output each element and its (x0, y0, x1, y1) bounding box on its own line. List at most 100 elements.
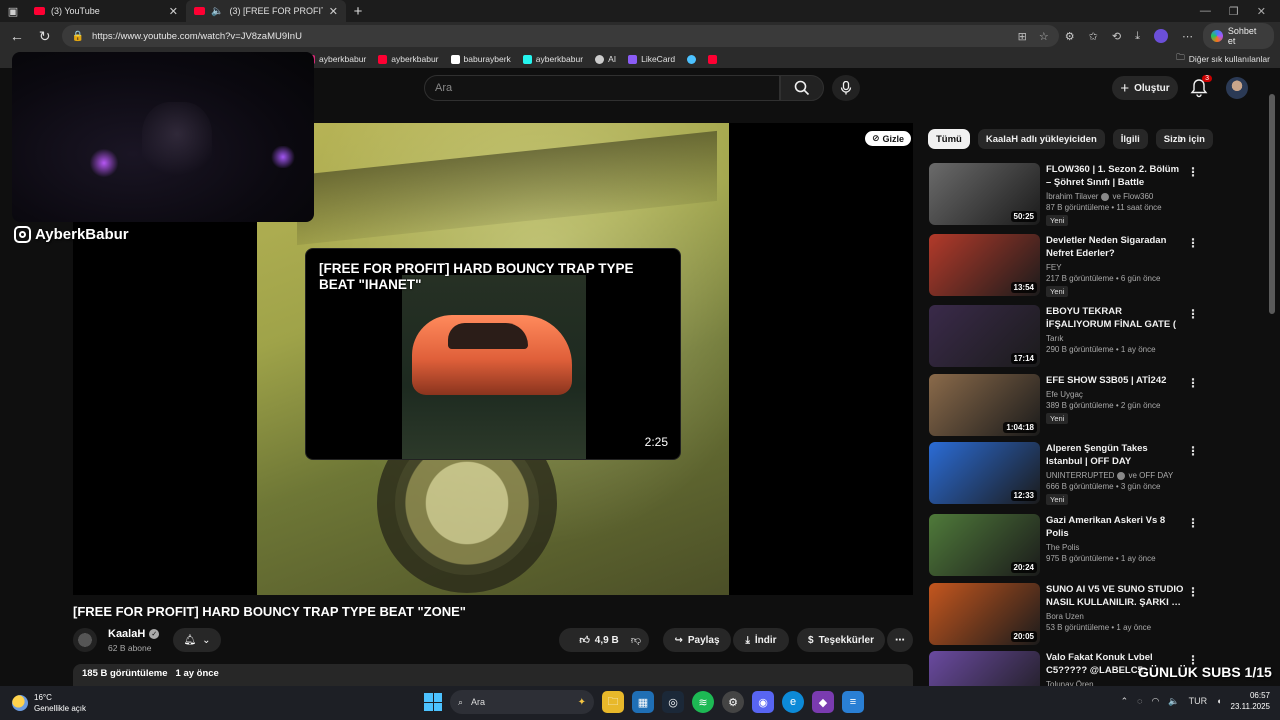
other-bookmarks[interactable]: 🗀 Diğer sık kullanılanlar (1176, 52, 1280, 66)
wifi-icon[interactable]: ◠ (1152, 696, 1160, 707)
url-field[interactable]: 🔒 https://www.youtube.com/watch?v=JV8zaM… (61, 25, 1059, 47)
more-vertical-icon[interactable]: ⋮ (1187, 236, 1199, 250)
more-vertical-icon[interactable]: ⋮ (1187, 307, 1199, 321)
steam-icon[interactable]: ◎ (662, 691, 684, 713)
copilot-button[interactable]: Sohbet et (1202, 23, 1274, 49)
favorites-icon[interactable]: ✩ (1089, 30, 1098, 43)
new-tab-button[interactable]: + (346, 3, 370, 20)
more-vertical-icon[interactable]: ⋮ (1187, 585, 1199, 599)
refresh-button[interactable]: ↻ (34, 28, 56, 45)
recommended-video[interactable]: 1:04:18 EFE SHOW S3B05 | ATİ242 Efe Uygaç 3… (929, 374, 1259, 440)
recommended-thumbnail[interactable]: 1:04:18 (929, 374, 1040, 436)
recommended-thumbnail[interactable]: 20:24 (929, 514, 1040, 576)
bookmark-x[interactable]: baburayberk (450, 54, 511, 64)
bookmark-likecard[interactable]: LikeCard (628, 54, 675, 64)
tab-youtube-home[interactable]: (3) YouTube ✕ (26, 0, 186, 22)
volume-icon[interactable]: ◖ (1216, 696, 1221, 706)
recommended-channel[interactable]: FEY (1046, 263, 1184, 272)
recommended-thumbnail[interactable]: 12:33 (929, 442, 1040, 504)
search-button[interactable] (780, 75, 824, 101)
chip-from-uploader[interactable]: KaalaH adlı yükleyiciden (977, 129, 1105, 149)
recommended-title[interactable]: FLOW360 | 1. Sezon 2. Bölüm – Şöhret Sın… (1046, 163, 1184, 189)
weather-widget[interactable]: 16°C Genellikle açık (12, 692, 86, 714)
tab-actions-icon[interactable]: ▣ (0, 0, 26, 22)
recommended-title[interactable]: Gazi Amerikan Askeri Vs 8 Polis (1046, 514, 1184, 540)
notifications-button[interactable]: 3 (1190, 75, 1212, 98)
recommended-title[interactable]: EBOYU TEKRAR İFŞALIYORUM FİNAL GATE ( Sİ… (1046, 305, 1184, 331)
recommended-video[interactable]: 20:05 SUNO AI V5 VE SUNO STUDIO NASIL KUL… (929, 583, 1259, 649)
speaker-icon[interactable]: 🔈 (211, 6, 223, 17)
endscreen-video-card[interactable]: [FREE FOR PROFIT] HARD BOUNCY TRAP TYPE … (305, 248, 681, 460)
recommended-video[interactable]: 50:25 FLOW360 | 1. Sezon 2. Bölüm – Şöhre… (929, 163, 1259, 229)
speaker-icon[interactable]: 🔈 (1168, 696, 1179, 707)
taskbar-search[interactable]: ⌕ Ara ✦ (450, 690, 594, 714)
network-icon[interactable]: ◌ (1137, 696, 1142, 706)
description-box[interactable]: 185 B görüntüleme 1 ay önce (73, 664, 913, 686)
bookmark-instagram[interactable]: ayberkbabur (306, 54, 366, 64)
recommended-video[interactable]: 12:33 Alperen Şengün Takes Istanbul | OFF… (929, 442, 1259, 508)
app-available-icon[interactable]: ⊞ (1018, 30, 1027, 43)
recommended-channel[interactable]: The Polis (1046, 543, 1184, 552)
recommended-title[interactable]: Alperen Şengün Takes Istanbul | OFF DAY (1046, 442, 1184, 468)
favorite-star-icon[interactable]: ☆ (1039, 30, 1049, 43)
thanks-button[interactable]: $ Teşekkürler (797, 628, 885, 652)
download-button[interactable]: ⤓ İndir (733, 628, 789, 652)
channel-avatar[interactable] (73, 628, 97, 652)
create-button[interactable]: + Oluştur (1112, 76, 1178, 100)
settings-more-icon[interactable]: ⋯ (1182, 30, 1193, 43)
game-app-icon[interactable]: ◆ (812, 691, 834, 713)
file-explorer-icon[interactable]: 🗀 (602, 691, 624, 713)
edge-icon[interactable]: e (782, 691, 804, 713)
voice-search-button[interactable] (832, 75, 860, 101)
close-tab-icon[interactable]: ✕ (169, 5, 178, 18)
search-input[interactable]: Ara (424, 75, 780, 101)
chip-all[interactable]: Tümü (928, 129, 970, 149)
recommended-title[interactable]: EFE SHOW S3B05 | ATİ242 (1046, 374, 1184, 387)
close-tab-icon[interactable]: ✕ (329, 5, 338, 18)
bookmark-tiktok[interactable]: ayberkbabur (522, 54, 583, 64)
windows-start-icon[interactable] (424, 693, 442, 711)
recommended-channel[interactable]: Tarık (1046, 334, 1184, 343)
downloads-icon[interactable]: ⤓ (1135, 30, 1140, 43)
bookmark-ai[interactable]: AI (595, 54, 616, 64)
photos-icon[interactable]: ▦ (632, 691, 654, 713)
bookmark-youtube-2[interactable] (708, 54, 718, 64)
more-vertical-icon[interactable]: ⋮ (1187, 376, 1199, 390)
channel-name[interactable]: KaalaH ✓ (108, 628, 160, 640)
chips-next-icon[interactable]: › (1172, 130, 1190, 146)
maximize-icon[interactable]: ❐ (1229, 5, 1239, 18)
profile-avatar[interactable] (1153, 29, 1168, 43)
recommended-title[interactable]: Devletler Neden Sigaradan Nefret Ederler… (1046, 234, 1184, 260)
share-button[interactable]: ↪ Paylaş (663, 628, 731, 652)
back-button[interactable]: ← (6, 28, 28, 44)
lock-icon[interactable]: 🔒 (72, 31, 84, 42)
clock[interactable]: 06:57 23.11.2025 (1231, 690, 1270, 712)
more-vertical-icon[interactable]: ⋮ (1187, 444, 1199, 458)
recommended-channel[interactable]: İbrahim Tilaver ve Flow360 (1046, 192, 1184, 201)
history-icon[interactable]: ⟲ (1112, 30, 1121, 43)
discord-icon[interactable]: ◉ (752, 691, 774, 713)
minimize-icon[interactable]: — (1200, 5, 1211, 18)
recommended-thumbnail[interactable]: 17:14 (929, 305, 1040, 367)
recommended-thumbnail[interactable]: 50:25 (929, 163, 1040, 225)
spotify-icon[interactable]: ≋ (692, 691, 714, 713)
more-actions-button[interactable]: ⋯ (887, 628, 913, 652)
chip-related[interactable]: İlgili (1112, 129, 1148, 149)
recommended-channel[interactable]: Efe Uygaç (1046, 390, 1184, 399)
recommended-thumbnail[interactable]: 20:05 (929, 583, 1040, 645)
scrollbar-thumb[interactable] (1269, 94, 1275, 314)
bookmark-cloud[interactable] (687, 54, 697, 64)
close-window-icon[interactable]: ✕ (1257, 5, 1266, 18)
dislike-button[interactable]: 👎︎ (623, 628, 649, 652)
tab-video[interactable]: 🔈 (3) [FREE FOR PROFIT] HARD BOUNCY ✕ (186, 0, 346, 22)
recommended-video[interactable]: 17:14 EBOYU TEKRAR İFŞALIYORUM FİNAL GATE… (929, 305, 1259, 371)
recommended-title[interactable]: SUNO AI V5 VE SUNO STUDIO NASIL KULLANIL… (1046, 583, 1184, 609)
recommended-channel[interactable]: UNINTERRUPTED ve OFF DAY (1046, 471, 1184, 480)
more-vertical-icon[interactable]: ⋮ (1187, 165, 1199, 179)
recommended-channel[interactable]: Bora Uzen (1046, 612, 1184, 621)
language-indicator[interactable]: TUR (1189, 696, 1208, 706)
bookmark-youtube[interactable]: ayberkbabur (378, 54, 439, 64)
subscription-bell-button[interactable]: 🔔︎ ⌄ (173, 628, 221, 652)
recommended-video[interactable]: 13:54 Devletler Neden Sigaradan Nefret Ed… (929, 234, 1259, 300)
recommended-thumbnail[interactable]: 13:54 (929, 234, 1040, 296)
